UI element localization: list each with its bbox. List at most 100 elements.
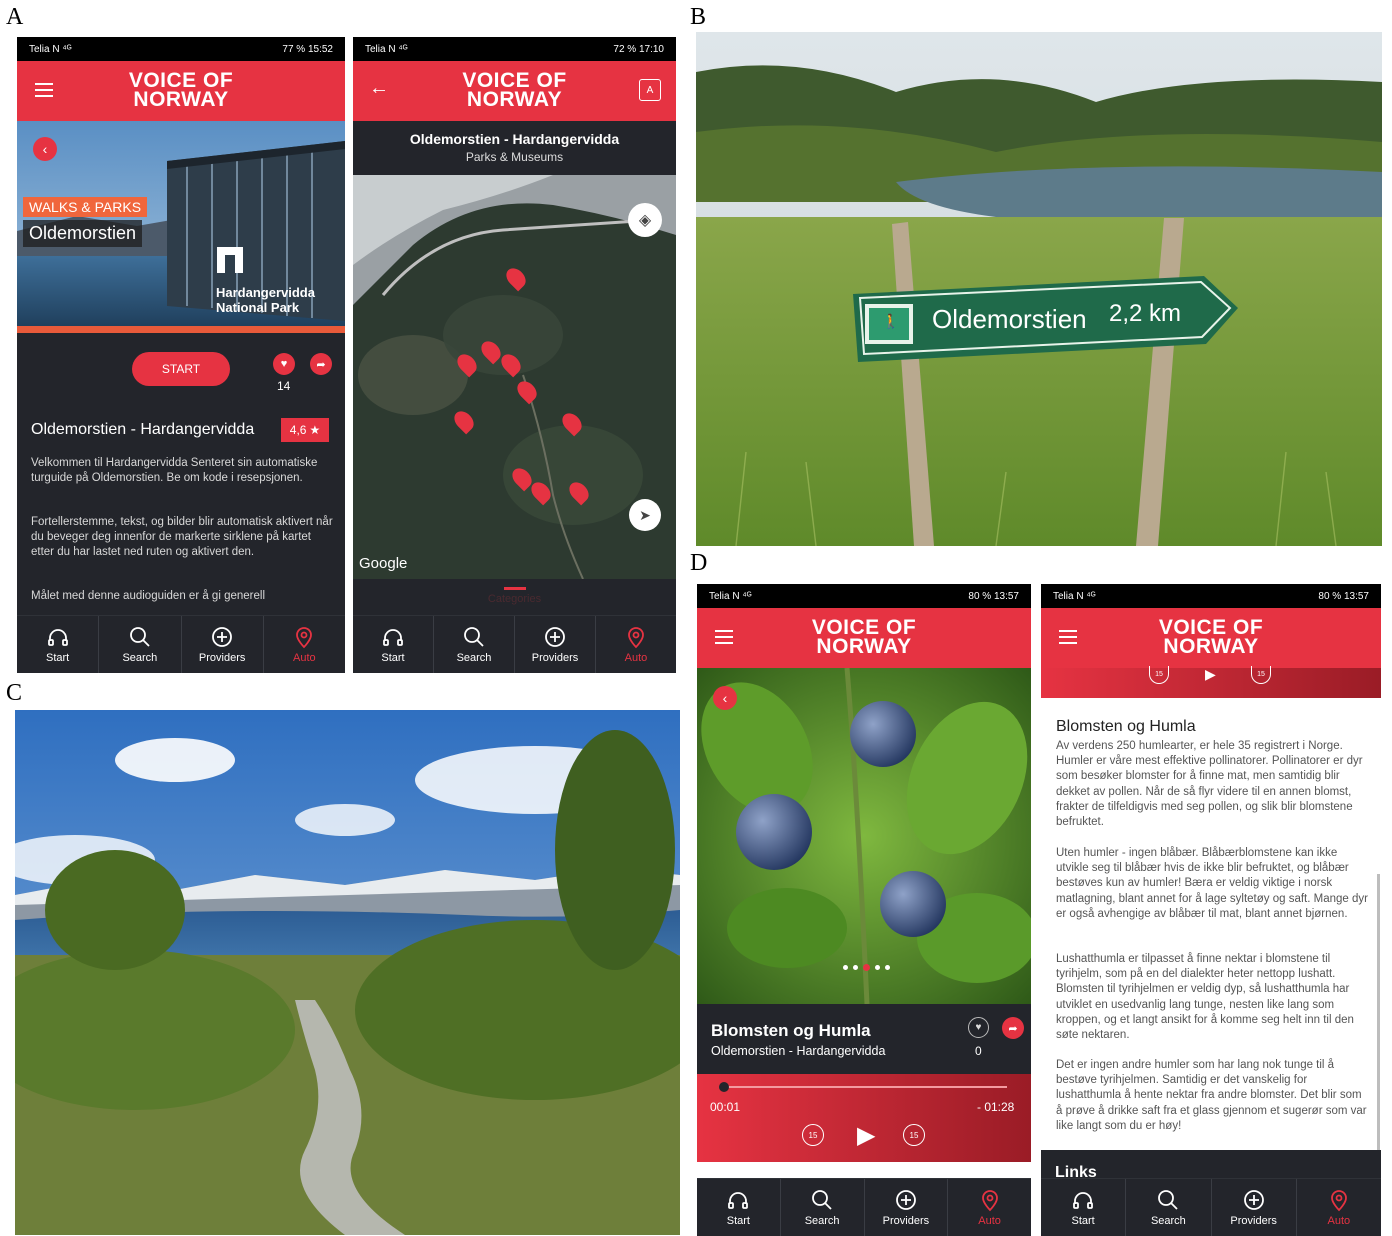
back-button[interactable]: ‹ xyxy=(33,137,57,161)
description-1: Velkommen til Hardangervidda Senteret si… xyxy=(31,457,318,484)
nav-providers[interactable]: Providers xyxy=(865,1179,949,1236)
park-logo-icon xyxy=(217,247,243,273)
search-icon xyxy=(464,627,484,647)
hamburger-menu-icon[interactable] xyxy=(715,630,733,644)
map-marker[interactable] xyxy=(513,377,541,405)
search-icon xyxy=(1158,1190,1179,1210)
battery-time: 80 % 13:57 xyxy=(968,590,1019,602)
carousel-dot[interactable] xyxy=(885,965,890,970)
panel-label-d: D xyxy=(690,550,708,576)
nav-auto[interactable]: Auto xyxy=(948,1179,1031,1236)
carousel-dot[interactable] xyxy=(843,965,848,970)
map-marker[interactable] xyxy=(502,264,530,292)
layers-icon[interactable]: ◈ xyxy=(628,203,662,237)
title-tag: Oldemorstien xyxy=(23,220,143,247)
panel-label-a: A xyxy=(6,4,24,30)
map-marker[interactable] xyxy=(497,350,525,378)
translate-icon[interactable]: A xyxy=(639,79,661,101)
carousel-dot[interactable] xyxy=(853,965,858,970)
photo-trail-landscape xyxy=(15,710,680,1235)
nav-start[interactable]: Start xyxy=(17,616,100,673)
bottom-nav: Start Search Providers Auto xyxy=(17,615,345,673)
rewind-15-icon[interactable]: 15 xyxy=(1149,666,1169,684)
app-bar: VOICE OF NORWAY xyxy=(697,608,1031,668)
share-icon[interactable]: ➦ xyxy=(310,353,332,375)
forward-15-icon[interactable]: 15 xyxy=(903,1124,925,1146)
nav-start[interactable]: Start xyxy=(353,616,434,673)
map-marker[interactable] xyxy=(453,350,481,378)
play-icon[interactable]: ▶ xyxy=(1205,666,1216,683)
carrier-label: Telia N ⁴ᴳ xyxy=(709,590,752,602)
categories-tab[interactable]: Categories xyxy=(353,579,676,615)
nav-search[interactable]: Search xyxy=(781,1179,865,1236)
heart-icon[interactable]: ♥ xyxy=(968,1017,989,1038)
nav-label: Search xyxy=(804,1215,840,1227)
headphones-icon xyxy=(728,1192,749,1209)
nav-search[interactable]: Search xyxy=(1126,1179,1212,1236)
like-count: 14 xyxy=(277,379,291,393)
nav-label: Search xyxy=(456,652,492,664)
app-logo: VOICE OF NORWAY xyxy=(811,616,917,658)
location-pin-icon xyxy=(296,627,313,649)
nav-providers[interactable]: Providers xyxy=(182,616,264,673)
back-arrow-icon[interactable]: ← xyxy=(369,77,389,100)
panel-label-c: C xyxy=(6,680,23,706)
phone-track-text: Telia N ⁴ᴳ 80 % 13:57 VOICE OF NORWAY 15… xyxy=(1041,584,1381,1236)
plus-circle-icon xyxy=(895,1190,916,1210)
nav-auto[interactable]: Auto xyxy=(264,616,345,673)
nav-providers[interactable]: Providers xyxy=(515,616,596,673)
nav-label: Providers xyxy=(1230,1215,1277,1227)
carousel-dot[interactable] xyxy=(875,965,880,970)
nav-label: Search xyxy=(1150,1215,1186,1227)
carrier-label: Telia N ⁴ᴳ xyxy=(1053,590,1096,602)
hamburger-menu-icon[interactable] xyxy=(35,83,53,97)
nav-label: Start xyxy=(1071,1215,1095,1227)
article-heading: Blomsten og Humla xyxy=(1056,718,1196,735)
map-marker[interactable] xyxy=(558,409,586,437)
share-icon[interactable]: ➦ xyxy=(1002,1017,1024,1039)
nav-label: Auto xyxy=(978,1215,1001,1227)
progress-track[interactable] xyxy=(721,1086,1007,1088)
app-logo: VOICE OF NORWAY xyxy=(462,69,567,111)
status-bar: Telia N ⁴ᴳ 80 % 13:57 xyxy=(697,584,1031,608)
plus-circle-icon xyxy=(545,627,565,647)
headphones-icon xyxy=(383,629,403,646)
my-location-icon[interactable]: ➤ xyxy=(629,499,661,531)
phone-tour-detail: Telia N ⁴ᴳ 77 % 15:52 VOICE OF NORWAY ‹ … xyxy=(17,37,345,673)
heart-icon[interactable]: ♥ xyxy=(273,353,295,375)
rewind-15-icon[interactable]: 15 xyxy=(802,1124,824,1146)
scrollbar[interactable] xyxy=(1377,874,1380,1154)
progress-thumb[interactable] xyxy=(719,1082,729,1092)
map-header: Oldemorstien - Hardangervidda Parks & Mu… xyxy=(353,121,676,175)
hamburger-menu-icon[interactable] xyxy=(1059,630,1077,644)
carousel-dot-active[interactable] xyxy=(863,964,870,971)
back-button[interactable]: ‹ xyxy=(713,686,737,710)
play-icon[interactable]: ▶ xyxy=(857,1121,875,1150)
nav-auto[interactable]: Auto xyxy=(596,616,676,673)
sign-distance: 2,2 km xyxy=(1109,300,1182,327)
sign-text: Oldemorstien xyxy=(932,304,1087,334)
nav-label: Providers xyxy=(882,1215,930,1227)
forward-15-icon[interactable]: 15 xyxy=(1251,666,1271,684)
start-button[interactable]: START xyxy=(132,352,230,386)
nav-auto[interactable]: Auto xyxy=(1297,1179,1381,1236)
track-image xyxy=(697,668,1031,1004)
nav-start[interactable]: Start xyxy=(1041,1179,1127,1236)
time-remaining: - 01:28 xyxy=(977,1100,1015,1114)
nav-search[interactable]: Search xyxy=(434,616,515,673)
map-marker[interactable] xyxy=(450,407,478,435)
panel-label-b: B xyxy=(690,4,707,30)
nav-search[interactable]: Search xyxy=(99,616,182,673)
hiker-icon: 🚶 xyxy=(882,313,900,329)
nav-label: Providers xyxy=(531,652,579,664)
nav-label: Search xyxy=(122,652,158,664)
carousel-dots xyxy=(843,964,890,971)
nav-start[interactable]: Start xyxy=(697,1179,781,1236)
battery-time: 80 % 13:57 xyxy=(1318,590,1369,602)
map-marker[interactable] xyxy=(565,478,593,506)
drag-handle[interactable] xyxy=(503,587,526,590)
app-logo: VOICE OF NORWAY xyxy=(128,69,234,111)
park-name: Hardangervidda National Park xyxy=(216,285,315,315)
nav-providers[interactable]: Providers xyxy=(1212,1179,1297,1236)
photo-trail-sign: 🚶 Oldemorstien 2,2 km xyxy=(696,32,1382,546)
